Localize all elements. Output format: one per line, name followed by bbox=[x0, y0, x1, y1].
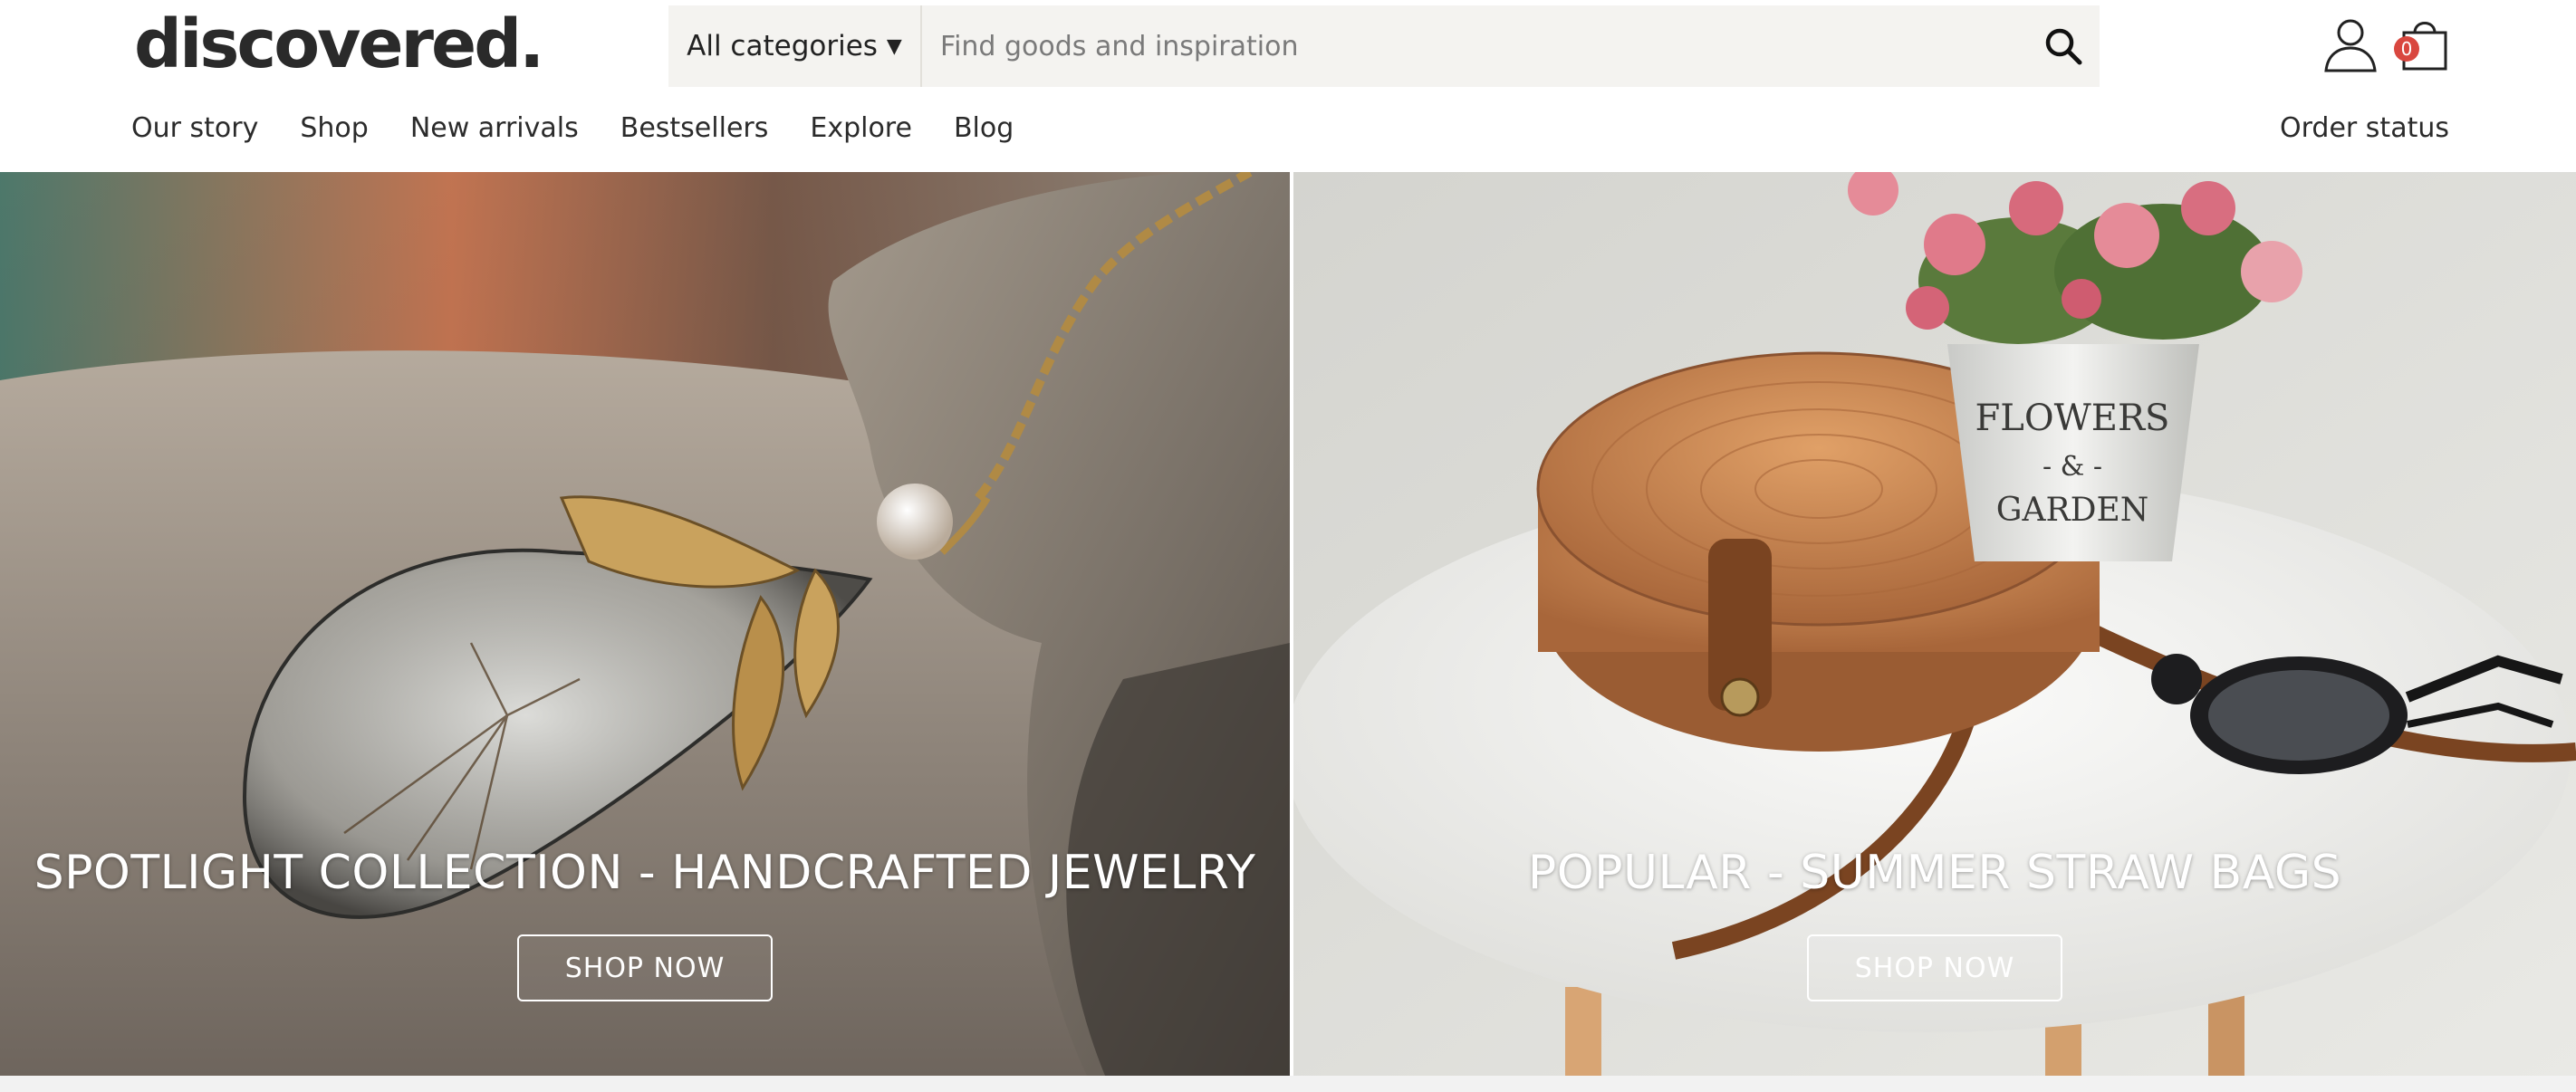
search-input[interactable] bbox=[922, 5, 2027, 87]
hero-jewelry-title: SPOTLIGHT COLLECTION - HANDCRAFTED JEWEL… bbox=[34, 846, 1256, 900]
pot-text-ampersand: - & - bbox=[2043, 451, 2102, 483]
brand-logo[interactable]: discovered. bbox=[134, 5, 544, 83]
shop-now-straw-bags-button[interactable]: SHOP NOW bbox=[1807, 934, 2062, 1001]
hero-straw-bags-banner[interactable]: FLOWERS - & - GARDEN POPULAR - SUMMER ST… bbox=[1293, 172, 2576, 1076]
nav-item-shop[interactable]: Shop bbox=[300, 112, 368, 144]
search-button[interactable] bbox=[2027, 5, 2100, 87]
nav-item-new-arrivals[interactable]: New arrivals bbox=[410, 112, 579, 144]
main-nav: Our story Shop New arrivals Bestsellers … bbox=[131, 112, 1014, 144]
caret-down-icon: ▼ bbox=[886, 34, 902, 58]
page-bottom-edge bbox=[0, 1076, 2576, 1092]
pot-text-flowers: FLOWERS bbox=[1975, 398, 2170, 439]
hero-jewelry-banner[interactable]: SPOTLIGHT COLLECTION - HANDCRAFTED JEWEL… bbox=[0, 172, 1290, 1076]
user-icon[interactable] bbox=[2321, 14, 2380, 74]
cart-count-badge: 0 bbox=[2394, 36, 2419, 62]
nav-item-explore[interactable]: Explore bbox=[810, 112, 912, 144]
shop-now-jewelry-button[interactable]: SHOP NOW bbox=[517, 934, 773, 1001]
site-header: discovered. All categories ▼ 0 Our story… bbox=[0, 0, 2576, 172]
category-select-label: All categories bbox=[687, 30, 878, 62]
hero-straw-bags-title: POPULAR - SUMMER STRAW BAGS bbox=[1527, 846, 2342, 900]
nav-item-our-story[interactable]: Our story bbox=[131, 112, 258, 144]
nav-item-blog[interactable]: Blog bbox=[954, 112, 1014, 144]
nav-item-bestsellers[interactable]: Bestsellers bbox=[620, 112, 769, 144]
pot-text-garden: GARDEN bbox=[1996, 492, 2149, 529]
order-status-link[interactable]: Order status bbox=[2280, 112, 2449, 144]
category-select[interactable]: All categories ▼ bbox=[668, 5, 922, 87]
search-bar: All categories ▼ bbox=[668, 5, 2100, 87]
search-icon bbox=[2045, 28, 2082, 65]
